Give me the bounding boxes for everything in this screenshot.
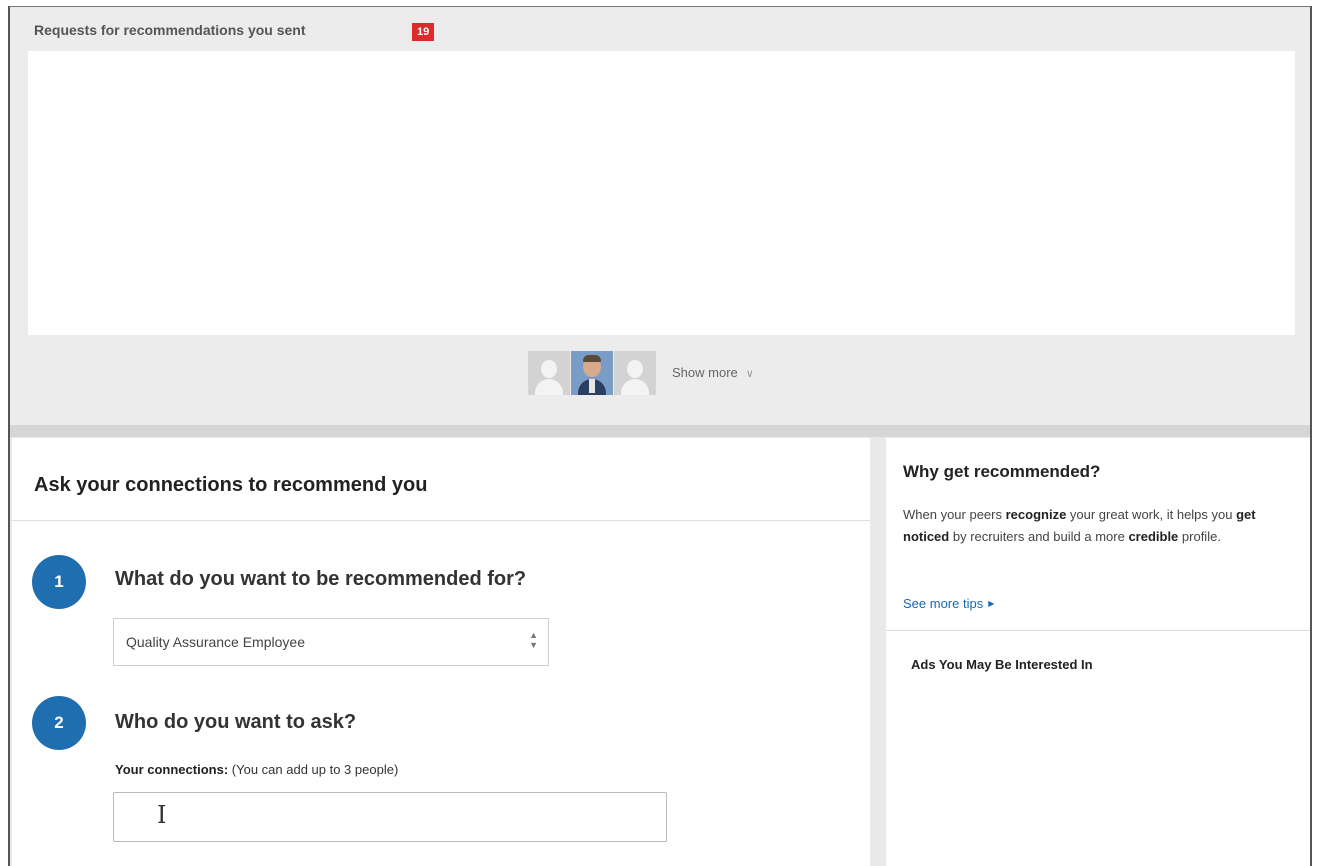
person-photo-icon[interactable]	[571, 351, 613, 395]
why-text-part: profile.	[1178, 529, 1221, 544]
person-silhouette-icon[interactable]	[614, 351, 656, 395]
section-divider	[10, 425, 1310, 437]
why-text-emphasis: recognize	[1005, 507, 1067, 522]
ask-card-title: Ask your connections to recommend you	[34, 474, 428, 496]
sent-requests-title: Requests for recommendations you sent	[34, 22, 306, 38]
select-arrows-icon: ▲ ▼	[529, 630, 538, 650]
show-more-label: Show more	[672, 365, 738, 380]
step-2-badge: 2	[32, 696, 86, 750]
why-recommended-text: When your peers recognize your great wor…	[903, 504, 1288, 548]
position-select[interactable]: Quality Assurance Employee ▲ ▼	[113, 618, 549, 666]
sidebar-separator	[886, 630, 1310, 631]
why-recommended-title: Why get recommended?	[903, 462, 1101, 481]
position-select-value: Quality Assurance Employee	[126, 634, 305, 650]
sent-requests-list-panel	[28, 51, 1295, 335]
show-more-link[interactable]: Show more ∨	[672, 365, 754, 380]
why-text-part: your great work, it helps you	[1066, 507, 1237, 522]
sent-requests-section: Requests for recommendations you sent 19…	[10, 7, 1310, 433]
chevron-down-icon: ∨	[745, 368, 754, 380]
requested-connections-avatars[interactable]	[528, 351, 656, 395]
step-2-question: Who do you want to ask?	[115, 711, 357, 733]
why-text-part: When your peers	[903, 507, 1006, 522]
connections-label-strong: Your connections:	[115, 762, 229, 777]
ads-title: Ads You May Be Interested In	[911, 657, 1093, 672]
page-frame: Requests for recommendations you sent 19…	[8, 6, 1312, 866]
why-text-emphasis: credible	[1128, 529, 1179, 544]
connections-label: Your connections: (You can add up to 3 p…	[115, 762, 398, 777]
text-cursor-icon: I	[157, 801, 167, 829]
caret-right-icon: ▶	[988, 599, 995, 608]
see-more-tips-link[interactable]: See more tips ▶	[903, 596, 994, 611]
why-text-part: by recruiters and build a more	[949, 529, 1129, 544]
sent-requests-count-badge: 19	[412, 23, 435, 41]
ask-recommendation-card: Ask your connections to recommend you 1 …	[12, 438, 870, 866]
see-more-tips-label: See more tips	[903, 596, 984, 611]
person-silhouette-icon[interactable]	[528, 351, 570, 395]
step-1-question: What do you want to be recommended for?	[115, 568, 527, 590]
step-1-badge: 1	[32, 555, 86, 609]
why-recommended-card: Why get recommended? When your peers rec…	[886, 438, 1310, 866]
connections-input[interactable]: I	[113, 792, 667, 842]
ask-card-separator	[12, 520, 870, 521]
connections-hint: (You can add up to 3 people)	[231, 762, 399, 777]
